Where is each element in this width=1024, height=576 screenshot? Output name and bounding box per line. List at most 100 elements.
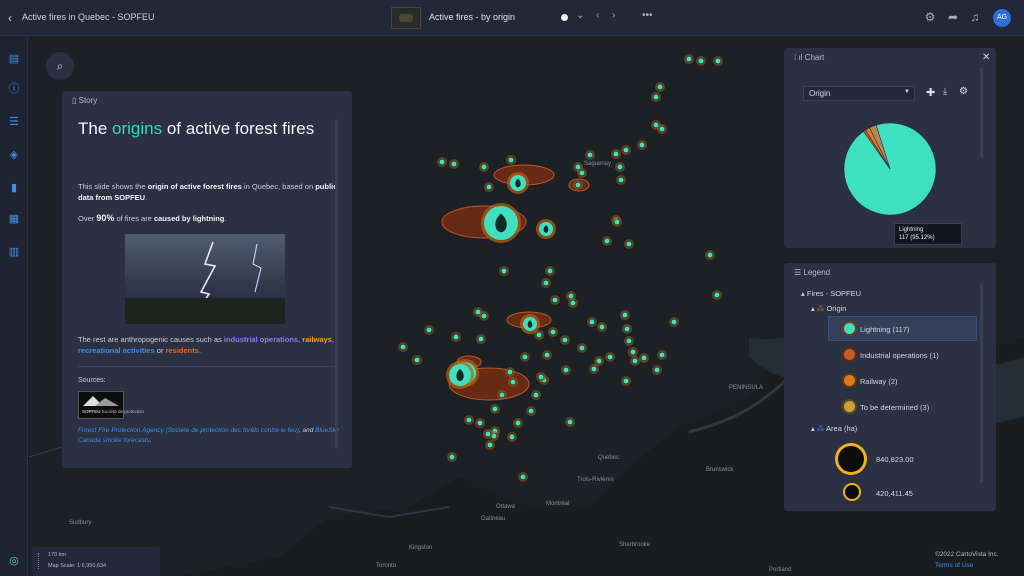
fire-marker[interactable] bbox=[586, 151, 594, 159]
terms-link[interactable]: Terms of Use bbox=[935, 562, 973, 569]
fire-marker[interactable] bbox=[542, 279, 550, 287]
chart-icon[interactable]: ▮ bbox=[6, 180, 22, 196]
avatar[interactable]: AG bbox=[993, 9, 1011, 27]
fire-marker[interactable] bbox=[425, 326, 433, 334]
slide-thumbnail[interactable] bbox=[391, 7, 421, 29]
more-icon[interactable]: ••• bbox=[642, 10, 653, 21]
fire-marker[interactable] bbox=[697, 57, 705, 65]
fire-marker[interactable] bbox=[551, 296, 559, 304]
fire-marker[interactable] bbox=[613, 218, 621, 226]
fire-marker[interactable] bbox=[498, 391, 506, 399]
fire-marker[interactable] bbox=[566, 418, 574, 426]
info-icon[interactable]: ⓘ bbox=[6, 81, 22, 97]
layers-icon[interactable]: ◈ bbox=[6, 147, 22, 163]
source-link[interactable]: Forest Fire Protection Agency (Societe d… bbox=[78, 427, 299, 434]
download-icon[interactable]: ⤓ bbox=[943, 86, 947, 97]
chart-scrollbar[interactable] bbox=[980, 68, 983, 158]
chevron-left-icon[interactable]: ‹ bbox=[8, 11, 12, 25]
fire-marker[interactable] bbox=[706, 251, 714, 259]
fire-marker[interactable] bbox=[588, 318, 596, 326]
legend-group-origin[interactable]: ▴ ⁂ Origin bbox=[811, 304, 846, 313]
fire-marker[interactable] bbox=[480, 163, 488, 171]
fire-marker[interactable] bbox=[535, 331, 543, 339]
fire-marker[interactable] bbox=[670, 318, 678, 326]
fire-marker[interactable] bbox=[514, 419, 522, 427]
fire-marker[interactable] bbox=[652, 93, 660, 101]
fire-marker[interactable] bbox=[537, 373, 545, 381]
fire-marker[interactable] bbox=[438, 158, 446, 166]
fire-marker[interactable] bbox=[617, 176, 625, 184]
fire-marker[interactable] bbox=[713, 291, 721, 299]
fire-marker[interactable] bbox=[625, 337, 633, 345]
fire-marker[interactable] bbox=[631, 357, 639, 365]
legend-layer[interactable]: ▴ Fires - SOPFEU bbox=[801, 289, 861, 298]
chevron-down-icon[interactable]: ⌄ bbox=[576, 10, 584, 21]
fire-marker[interactable] bbox=[491, 405, 499, 413]
fire-marker[interactable] bbox=[612, 150, 620, 158]
slide-indicator[interactable] bbox=[561, 14, 568, 21]
fire-marker[interactable] bbox=[625, 240, 633, 248]
fire-marker[interactable] bbox=[519, 473, 527, 481]
fire-marker[interactable] bbox=[448, 453, 456, 461]
fire-marker[interactable] bbox=[574, 181, 582, 189]
fire-marker[interactable] bbox=[477, 335, 485, 343]
fire-marker[interactable] bbox=[507, 156, 515, 164]
gear-icon[interactable]: ⚙ bbox=[959, 86, 968, 97]
search-button[interactable]: ⌕ bbox=[46, 52, 74, 80]
fire-marker[interactable] bbox=[622, 377, 630, 385]
legend-group-area[interactable]: ▴ ⁂ Area (ha) bbox=[811, 424, 857, 433]
fire-marker[interactable] bbox=[603, 237, 611, 245]
chart-field-select[interactable]: Origin ▼ bbox=[803, 86, 915, 101]
fire-marker[interactable] bbox=[616, 163, 624, 171]
fire-marker[interactable] bbox=[653, 366, 661, 374]
fire-marker[interactable] bbox=[549, 328, 557, 336]
story-scrollbar[interactable] bbox=[335, 119, 338, 449]
fire-marker[interactable] bbox=[543, 351, 551, 359]
fire-marker[interactable] bbox=[562, 366, 570, 374]
fire-marker[interactable] bbox=[658, 351, 666, 359]
fire-marker[interactable] bbox=[452, 333, 460, 341]
globe-icon[interactable]: ◎ bbox=[6, 553, 22, 569]
add-icon[interactable]: ✚ bbox=[926, 86, 935, 99]
list-icon[interactable]: ☰ bbox=[6, 114, 22, 130]
fire-marker[interactable] bbox=[569, 299, 577, 307]
fire-marker[interactable] bbox=[622, 146, 630, 154]
fire-marker[interactable] bbox=[714, 57, 722, 65]
fire-marker[interactable] bbox=[578, 344, 586, 352]
fire-marker[interactable] bbox=[561, 336, 569, 344]
fire-marker[interactable] bbox=[598, 323, 606, 331]
legend-scrollbar[interactable] bbox=[980, 283, 983, 483]
fire-marker[interactable] bbox=[413, 356, 421, 364]
gear-icon[interactable]: ⚙ bbox=[921, 8, 939, 26]
fire-marker[interactable] bbox=[450, 160, 458, 168]
pie-slices[interactable] bbox=[843, 122, 937, 216]
share-icon[interactable]: ➦ bbox=[944, 8, 962, 26]
fire-marker[interactable] bbox=[476, 419, 484, 427]
fire-marker[interactable] bbox=[532, 391, 540, 399]
fire-marker[interactable] bbox=[640, 354, 648, 362]
fire-marker[interactable] bbox=[621, 311, 629, 319]
previous-slide-icon[interactable]: ‹ bbox=[596, 10, 599, 21]
bell-icon[interactable]: ♫ bbox=[966, 8, 984, 26]
fire-marker[interactable] bbox=[567, 292, 575, 300]
fire-marker[interactable] bbox=[638, 141, 646, 149]
fire-marker[interactable] bbox=[485, 183, 493, 191]
fire-marker[interactable] bbox=[480, 312, 488, 320]
fire-marker[interactable] bbox=[578, 169, 586, 177]
fire-marker[interactable] bbox=[508, 433, 516, 441]
fire-marker[interactable] bbox=[546, 267, 554, 275]
fire-marker[interactable] bbox=[685, 55, 693, 63]
fire-marker[interactable] bbox=[623, 325, 631, 333]
fire-marker[interactable] bbox=[509, 378, 517, 386]
fire-marker[interactable] bbox=[486, 441, 494, 449]
fire-marker[interactable] bbox=[521, 353, 529, 361]
next-slide-icon[interactable]: › bbox=[612, 10, 615, 21]
fire-marker[interactable] bbox=[399, 343, 407, 351]
fire-marker[interactable] bbox=[506, 368, 514, 376]
table-icon[interactable]: ▦ bbox=[6, 211, 22, 227]
fire-marker[interactable] bbox=[656, 83, 664, 91]
fire-marker[interactable] bbox=[484, 430, 492, 438]
map-icon[interactable]: ▤ bbox=[6, 51, 22, 67]
pie-chart[interactable] bbox=[840, 114, 940, 224]
fire-marker[interactable] bbox=[629, 348, 637, 356]
